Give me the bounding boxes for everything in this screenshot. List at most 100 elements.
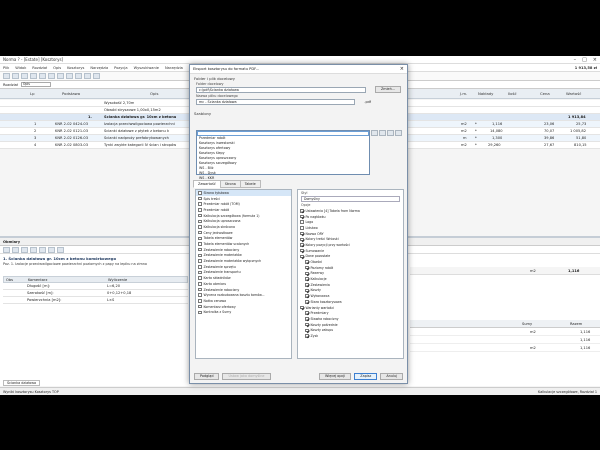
checkbox-icon[interactable] — [198, 276, 202, 280]
browse-button[interactable]: Zmień... — [374, 86, 401, 93]
open-icon[interactable] — [12, 73, 19, 79]
calc-icon[interactable] — [93, 73, 100, 79]
table-row[interactable]: Szerokość [m]: 0+0,12+0,18 — [3, 290, 188, 297]
checkbox-icon[interactable] — [198, 299, 202, 303]
table-row[interactable]: Długość [m]: L=6,20 — [3, 283, 188, 290]
checkbox-icon[interactable] — [198, 293, 202, 297]
checkbox-icon[interactable] — [198, 191, 202, 195]
delete-icon[interactable] — [12, 246, 19, 253]
copy-icon[interactable] — [48, 73, 55, 79]
checkbox-icon[interactable] — [198, 219, 202, 224]
cut-icon[interactable] — [39, 73, 46, 79]
col-ilosc[interactable]: Ilość — [508, 91, 517, 96]
checkbox-icon[interactable] — [305, 334, 309, 338]
checkbox-icon[interactable] — [305, 311, 309, 315]
col-podstawa[interactable]: Podstawa — [62, 91, 80, 96]
checkbox-icon[interactable] — [305, 300, 309, 304]
close-icon[interactable]: × — [593, 57, 597, 63]
checkbox-icon[interactable] — [305, 277, 309, 281]
delete-template-icon[interactable] — [387, 130, 394, 136]
checkbox-icon[interactable] — [198, 282, 202, 286]
checkbox-icon[interactable] — [305, 283, 309, 287]
up-icon[interactable] — [21, 246, 28, 253]
checkbox-icon[interactable] — [305, 271, 309, 276]
checkbox-icon[interactable] — [198, 213, 202, 218]
checkbox-icon[interactable] — [305, 294, 309, 298]
checkbox-icon[interactable] — [198, 265, 202, 269]
cancel-button[interactable]: Anuluj — [380, 372, 403, 380]
maximize-icon[interactable]: □ — [582, 57, 587, 63]
checkbox-icon[interactable] — [305, 317, 309, 321]
template-dropdown[interactable]: Przedmiar robót Kosztorys inwestorski Ko… — [196, 130, 370, 180]
checkbox-icon[interactable] — [198, 242, 202, 246]
edit-template-icon[interactable] — [379, 130, 386, 136]
menu-item[interactable]: Kosztorys — [67, 66, 84, 70]
col-obs[interactable]: Obs — [4, 277, 26, 282]
preview-button[interactable]: Podgląd — [194, 372, 220, 380]
minimize-icon[interactable]: – — [574, 57, 577, 63]
checkbox-icon[interactable] — [305, 265, 309, 270]
checkbox-icon[interactable] — [198, 247, 202, 252]
paste-icon[interactable] — [48, 246, 55, 253]
checkbox-icon[interactable] — [198, 202, 202, 206]
import-template-icon[interactable] — [395, 130, 402, 136]
checkbox-icon[interactable] — [198, 287, 202, 292]
checkbox-icon[interactable] — [198, 259, 202, 263]
col-cena[interactable]: Cena — [540, 91, 550, 96]
menu-item[interactable]: Opis — [53, 66, 61, 70]
menu-item[interactable]: Narzędzia — [165, 66, 183, 70]
checkbox-icon[interactable] — [300, 220, 304, 224]
checkbox-icon[interactable] — [305, 322, 309, 327]
menu-item[interactable]: Widok — [15, 66, 26, 70]
tab-tables[interactable]: Tabele — [239, 180, 261, 188]
checkbox-icon[interactable] — [300, 237, 304, 242]
menu-item[interactable]: Rozdział — [32, 66, 47, 70]
checkbox-icon[interactable] — [198, 310, 202, 315]
add-icon[interactable] — [3, 246, 10, 253]
menu-item[interactable]: Pozycja — [114, 66, 127, 70]
print-icon[interactable] — [30, 73, 37, 79]
checkbox-icon[interactable] — [198, 270, 202, 275]
paste-icon[interactable] — [57, 73, 64, 79]
tab-contents[interactable]: Zawartość — [193, 180, 221, 188]
set-default-button[interactable]: Ustaw jako domyślne — [222, 372, 271, 380]
report-item[interactable]: Kontrolka z Sumy — [196, 309, 291, 315]
copy-icon[interactable] — [39, 246, 46, 253]
checkbox-icon[interactable] — [198, 304, 202, 309]
col-opis[interactable]: Opis — [150, 91, 158, 96]
option-item[interactable]: Zysk — [298, 333, 403, 339]
save-button[interactable]: Zapisz — [354, 372, 378, 380]
bottom-tab[interactable]: Ścianka działowa — [3, 380, 41, 386]
checkbox-icon[interactable] — [198, 208, 202, 212]
checkbox-icon[interactable] — [305, 328, 309, 333]
table-row[interactable]: Powierzchnia [m2]: L×S — [3, 297, 188, 304]
col-komentarz[interactable]: Komentarz — [26, 277, 106, 282]
folder-input[interactable]: c:\pdf\Ścianka działowa — [196, 87, 366, 93]
col-lp[interactable]: Lp — [30, 91, 35, 96]
tab-page[interactable]: Strona — [219, 180, 241, 188]
menu-item[interactable]: Plik — [3, 66, 9, 70]
checkbox-icon[interactable] — [300, 248, 304, 253]
new-icon[interactable] — [3, 73, 10, 79]
checkbox-icon[interactable] — [198, 230, 202, 235]
menu-item[interactable]: Wyszukiwanie — [134, 66, 159, 70]
checkbox-icon[interactable] — [300, 254, 304, 259]
col-jm[interactable]: J.m. — [460, 91, 467, 96]
checkbox-icon[interactable] — [198, 236, 202, 241]
close-icon[interactable]: × — [400, 66, 404, 72]
checkbox-icon[interactable] — [198, 253, 202, 258]
checkbox-icon[interactable] — [198, 225, 202, 229]
col-nakl[interactable]: Nakłady — [478, 91, 493, 96]
more-options-button[interactable]: Więcej opcji — [319, 372, 352, 380]
checkbox-icon[interactable] — [300, 209, 304, 213]
redo-icon[interactable] — [75, 73, 82, 79]
checkbox-icon[interactable] — [300, 214, 304, 219]
file-input[interactable]: mc - Ścianka działowa — [196, 99, 356, 105]
formula-icon[interactable] — [57, 246, 64, 253]
menu-item[interactable]: Narzędzia — [90, 66, 108, 70]
save-template-icon[interactable] — [371, 130, 378, 136]
down-icon[interactable] — [30, 246, 37, 253]
checkbox-icon[interactable] — [305, 260, 309, 264]
save-icon[interactable] — [21, 73, 28, 79]
checkbox-icon[interactable] — [305, 288, 309, 293]
